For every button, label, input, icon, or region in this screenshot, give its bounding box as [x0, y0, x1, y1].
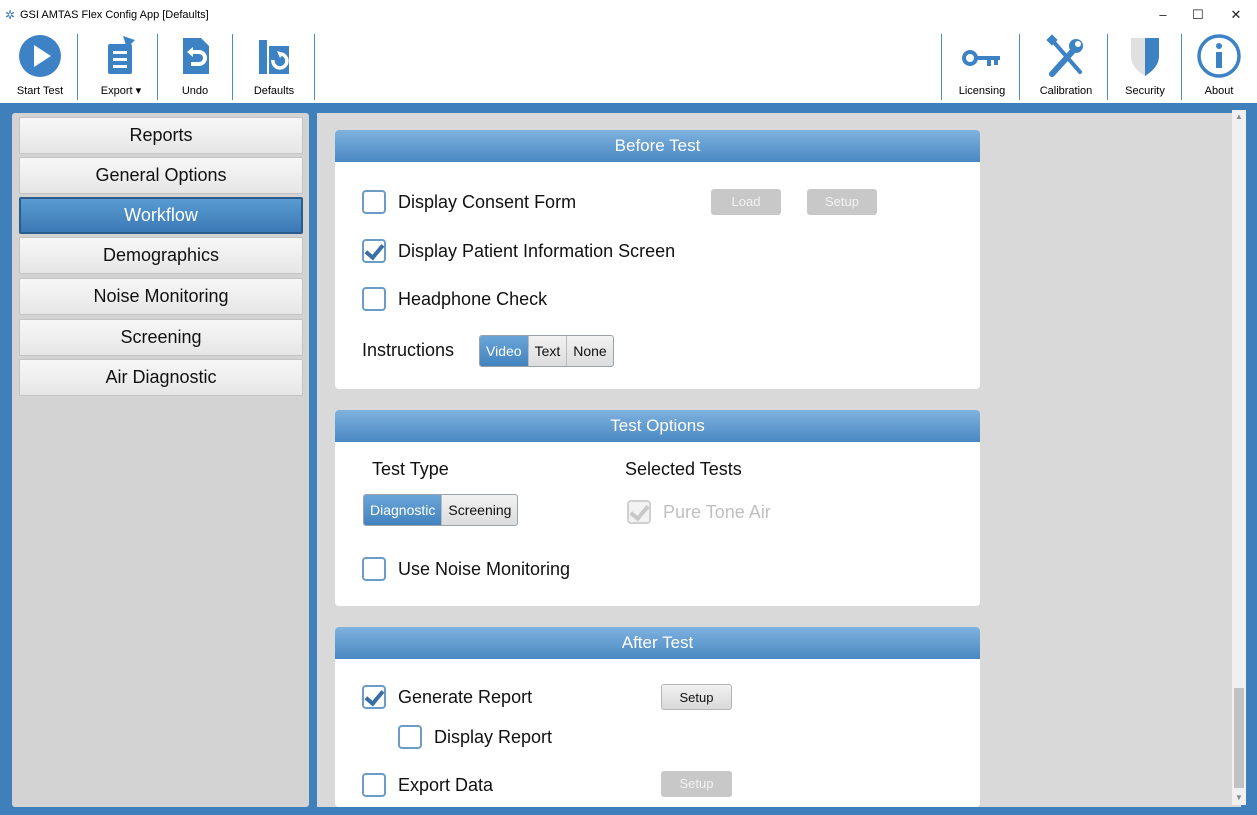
selected-tests-label: Selected Tests [625, 459, 742, 479]
licensing-button[interactable]: Licensing [950, 30, 1014, 103]
display-patient-info-label: Display Patient Information Screen [398, 240, 676, 261]
pure-tone-air-label: Pure Tone Air [663, 501, 771, 522]
after-test-header: After Test [335, 627, 980, 659]
scroll-down-icon[interactable]: ▼ [1232, 791, 1246, 805]
display-patient-info-checkbox[interactable] [362, 239, 386, 263]
export-button[interactable]: Export ▾ [90, 30, 152, 103]
test-type-selector: Diagnostic Screening [363, 494, 519, 526]
close-button[interactable]: ✕ [1218, 4, 1254, 26]
title-bar: ✲ GSI AMTAS Flex Config App [Defaults] –… [0, 0, 1257, 30]
sidebar: Reports General Options Workflow Demogra… [12, 113, 309, 807]
defaults-button[interactable]: Defaults [241, 30, 307, 103]
toolbar-separator [314, 34, 315, 100]
export-data-checkbox[interactable] [362, 773, 386, 797]
scroll-thumb[interactable] [1234, 688, 1244, 788]
display-report-label: Display Report [434, 726, 553, 747]
sidebar-item-general-options[interactable]: General Options [19, 157, 303, 194]
report-setup-button[interactable]: Setup [661, 684, 732, 710]
toolbar-separator [1019, 34, 1020, 100]
sidebar-item-workflow[interactable]: Workflow [19, 197, 303, 234]
start-test-button[interactable]: Start Test [8, 30, 72, 103]
test-type-label: Test Type [372, 459, 449, 479]
minimize-button[interactable]: – [1145, 4, 1181, 26]
before-test-header: Before Test [335, 130, 980, 162]
consent-load-button[interactable]: Load [711, 189, 781, 215]
sidebar-item-reports[interactable]: Reports [19, 117, 303, 154]
instructions-text-option[interactable]: Text [529, 336, 568, 366]
headphone-check-label: Headphone Check [398, 288, 548, 309]
toolbar-separator [941, 34, 942, 100]
toolbar-separator [77, 34, 78, 100]
instructions-label: Instructions [362, 340, 455, 360]
display-report-checkbox[interactable] [398, 725, 422, 749]
use-noise-monitoring-label: Use Noise Monitoring [398, 558, 571, 579]
display-consent-form-label: Display Consent Form [398, 191, 577, 212]
toolbar-separator [1107, 34, 1108, 100]
about-button[interactable]: About [1188, 30, 1250, 103]
sidebar-item-demographics[interactable]: Demographics [19, 237, 303, 274]
generate-report-option[interactable]: Generate Report [362, 685, 532, 709]
scroll-up-icon[interactable]: ▲ [1232, 110, 1246, 124]
test-type-diagnostic-option[interactable]: Diagnostic [364, 495, 443, 525]
app-gear-icon: ✲ [5, 8, 16, 22]
key-icon [960, 34, 1004, 83]
play-icon [18, 34, 62, 83]
maximize-button[interactable]: ☐ [1180, 4, 1216, 26]
undo-button[interactable]: Undo [165, 30, 225, 103]
calibration-button[interactable]: Calibration [1030, 30, 1102, 103]
instructions-video-option[interactable]: Video [480, 336, 529, 366]
instructions-selector: Video Text None [479, 335, 614, 367]
display-consent-form-option[interactable]: Display Consent Form [362, 190, 576, 214]
use-noise-monitoring-checkbox[interactable] [362, 557, 386, 581]
export-setup-button[interactable]: Setup [661, 771, 732, 797]
shield-icon [1125, 34, 1165, 83]
export-data-label: Export Data [398, 774, 494, 795]
instructions-none-option[interactable]: None [567, 336, 612, 366]
sidebar-item-noise-monitoring[interactable]: Noise Monitoring [19, 278, 303, 315]
generate-report-checkbox[interactable] [362, 685, 386, 709]
headphone-check-option[interactable]: Headphone Check [362, 287, 547, 311]
security-button[interactable]: Security [1114, 30, 1176, 103]
pure-tone-air-checkbox [627, 500, 651, 524]
toolbar-separator [157, 34, 158, 100]
window-title: GSI AMTAS Flex Config App [Defaults] [20, 9, 209, 21]
undo-icon [175, 34, 215, 83]
export-label: Export [100, 85, 133, 97]
display-report-option[interactable]: Display Report [398, 725, 552, 749]
sidebar-item-air-diagnostic[interactable]: Air Diagnostic [19, 359, 303, 396]
consent-setup-button[interactable]: Setup [807, 189, 877, 215]
pure-tone-air-option: Pure Tone Air [627, 500, 771, 524]
test-type-screening-option[interactable]: Screening [442, 495, 517, 525]
chevron-down-icon: ▾ [135, 85, 142, 97]
info-icon [1196, 34, 1242, 85]
toolbar-separator [1181, 34, 1182, 100]
headphone-check-checkbox[interactable] [362, 287, 386, 311]
use-noise-monitoring-option[interactable]: Use Noise Monitoring [362, 557, 570, 581]
generate-report-label: Generate Report [398, 686, 533, 707]
sidebar-item-screening[interactable]: Screening [19, 319, 303, 356]
display-patient-info-option[interactable]: Display Patient Information Screen [362, 239, 675, 263]
test-options-header: Test Options [335, 410, 980, 442]
toolbar-separator [232, 34, 233, 100]
vertical-scrollbar[interactable]: ▲ ▼ [1232, 110, 1246, 805]
display-consent-form-checkbox[interactable] [362, 190, 386, 214]
defaults-icon [253, 34, 295, 83]
export-icon [101, 34, 141, 83]
export-data-option[interactable]: Export Data [362, 773, 493, 797]
toolbar: Start Test Export ▾ Undo Defaults Licens… [0, 30, 1257, 103]
tools-icon [1044, 34, 1088, 83]
